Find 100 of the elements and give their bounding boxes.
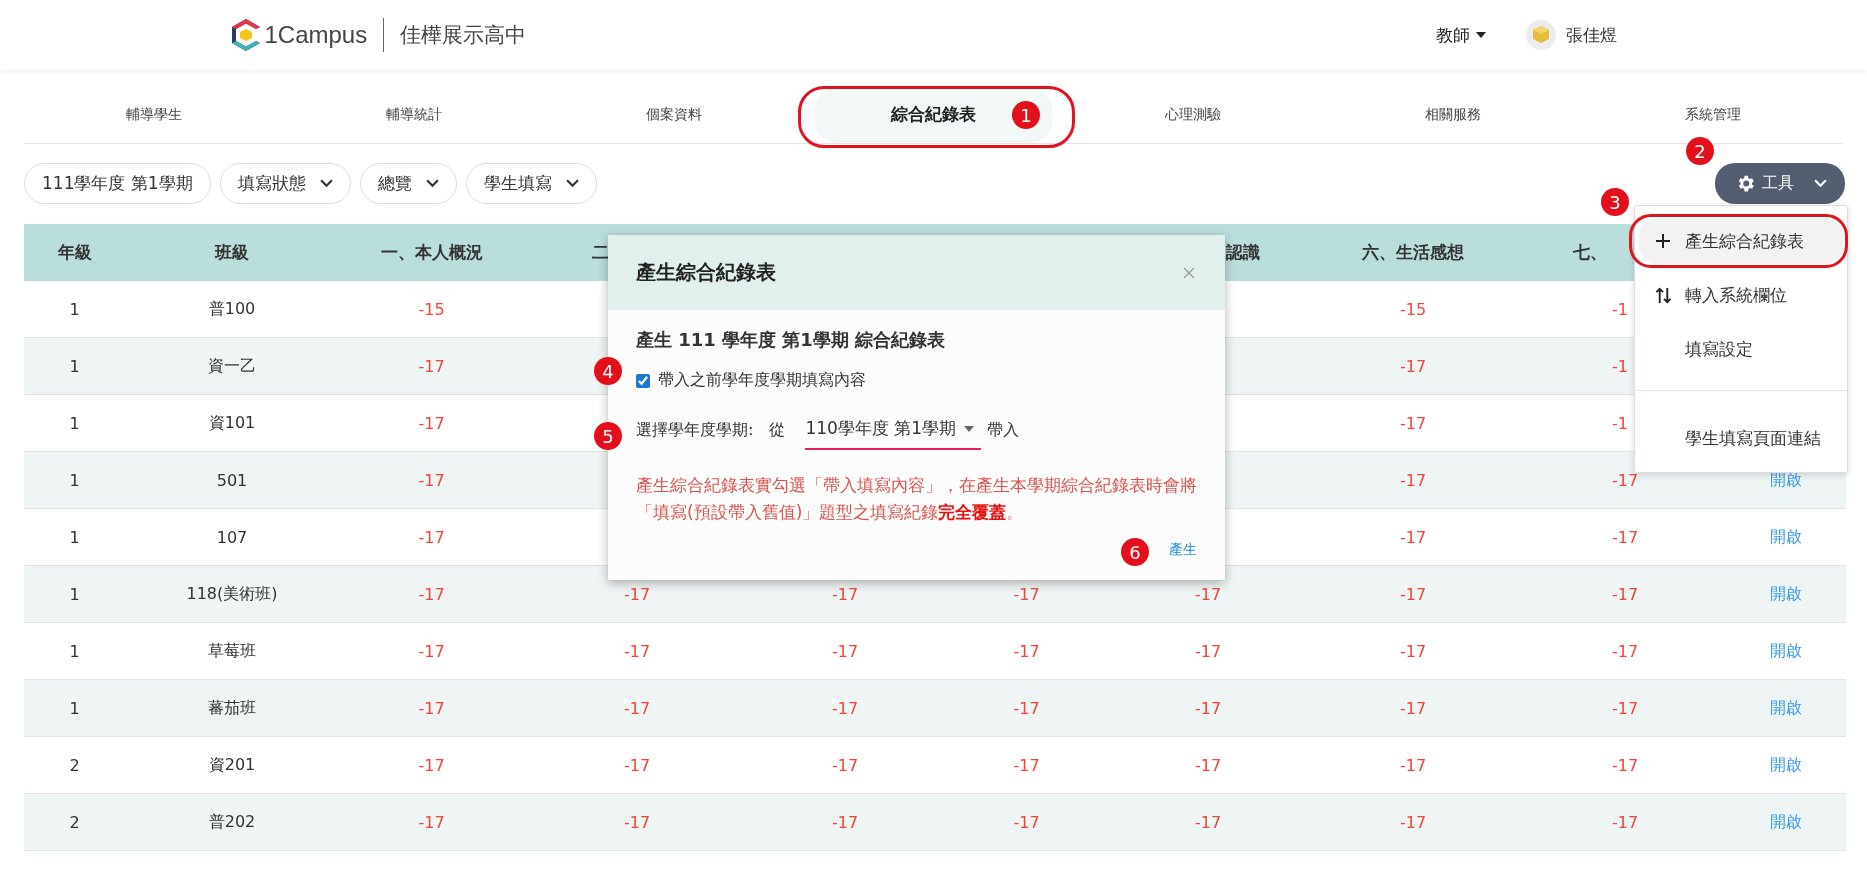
table-cell: 資101 xyxy=(208,412,256,434)
table-cell: 1 xyxy=(69,299,80,319)
field-label: 帶入 xyxy=(987,420,1020,441)
table-cell: 1 xyxy=(69,356,80,376)
table-cell: 普100 xyxy=(208,298,256,320)
field-label: 從 xyxy=(769,420,786,441)
score-cell: -17 xyxy=(623,584,651,604)
table-cell: 資201 xyxy=(208,754,256,776)
nav-tab[interactable]: 輔導統計 xyxy=(365,93,462,136)
column-header: 認識 xyxy=(1226,241,1260,264)
avatar-icon xyxy=(1525,20,1556,50)
score-cell: -17 xyxy=(1399,755,1427,775)
table-cell: 1 xyxy=(69,641,80,661)
filter-button[interactable]: 111學年度 第1學期 xyxy=(24,163,211,204)
role-menu[interactable]: 教師 xyxy=(1435,23,1486,47)
score-cell: -17 xyxy=(1194,698,1222,718)
table-cell: 501 xyxy=(216,470,248,490)
score-cell: -17 xyxy=(1399,698,1427,718)
chevron-icon xyxy=(425,179,439,188)
score-cell: -17 xyxy=(1399,584,1427,604)
menu-item[interactable]: 學生填寫頁面連結 xyxy=(1639,415,1843,461)
step-badge: 2 xyxy=(1686,137,1714,165)
column-header: 一、本人概況 xyxy=(380,241,483,264)
school-name: 佳樺展示高中 xyxy=(400,22,527,49)
nav-tab[interactable]: 個案資料 xyxy=(625,93,722,136)
nav-tab[interactable]: 系統管理 xyxy=(1665,93,1762,136)
score-cell: -17 xyxy=(1013,584,1040,604)
score-cell: -17 xyxy=(1399,812,1427,832)
logo-text: 1Campus xyxy=(264,21,368,49)
menu-item[interactable]: 轉入系統欄位 xyxy=(1639,272,1843,318)
score-cell: -17 xyxy=(831,698,859,718)
score-cell: -1 xyxy=(1612,413,1628,433)
table-cell: 草莓班 xyxy=(208,640,256,662)
score-cell: -17 xyxy=(1399,527,1427,547)
filter-button[interactable]: 填寫狀態 xyxy=(219,163,351,204)
chevron-icon xyxy=(1814,179,1827,188)
score-cell: -17 xyxy=(831,755,859,775)
score-cell: -17 xyxy=(831,641,859,661)
score-cell: -17 xyxy=(1194,755,1222,775)
checkbox[interactable] xyxy=(636,373,650,388)
table-cell: 118(美術班) xyxy=(186,583,278,605)
score-cell: -17 xyxy=(1194,812,1222,832)
table-cell: 1 xyxy=(69,584,80,604)
tools-button[interactable]: 工具 xyxy=(1715,163,1845,204)
plus-icon xyxy=(1655,233,1671,249)
table-cell: 資一乙 xyxy=(208,355,256,377)
score-cell: -17 xyxy=(418,755,445,775)
score-cell: -1 xyxy=(1612,299,1628,319)
score-cell: -17 xyxy=(623,755,651,775)
table-cell: 1 xyxy=(69,527,80,547)
score-cell: -17 xyxy=(1399,641,1427,661)
generate-button[interactable]: 產生 xyxy=(1169,537,1197,563)
column-header: 班級 xyxy=(215,241,249,264)
menu-item[interactable]: 產生綜合紀錄表 xyxy=(1639,218,1843,264)
nav-tab[interactable]: 心理測驗 xyxy=(1145,93,1242,136)
score-cell: -17 xyxy=(831,812,859,832)
semester-select[interactable]: 110學年度 第1學期 xyxy=(805,411,982,450)
column-header: 六、生活感想 xyxy=(1362,241,1464,264)
nav-tab[interactable]: 輔導學生 xyxy=(105,93,202,136)
score-cell: -17 xyxy=(1612,527,1639,547)
dialog-title: 產生綜合紀錄表 xyxy=(636,259,776,286)
user-name: 張佳煜 xyxy=(1565,23,1617,47)
score-cell: -17 xyxy=(1399,470,1427,490)
score-cell: -17 xyxy=(418,812,445,832)
score-cell: -17 xyxy=(418,641,445,661)
column-header: 七、 xyxy=(1573,241,1607,264)
score-cell: -17 xyxy=(1399,356,1427,376)
score-cell: -17 xyxy=(1013,641,1040,661)
menu-item[interactable]: 填寫設定 xyxy=(1639,326,1843,372)
score-cell: -17 xyxy=(1399,413,1427,433)
chevron-icon xyxy=(319,179,333,188)
score-cell: -17 xyxy=(623,698,651,718)
table-cell: 普202 xyxy=(208,811,256,833)
score-cell: -17 xyxy=(418,527,445,547)
field-label: 選擇學年度學期: xyxy=(636,420,754,441)
score-cell: -17 xyxy=(418,470,445,490)
score-cell: -1 xyxy=(1612,356,1628,376)
swap-arrows-icon xyxy=(1655,285,1672,305)
score-cell: -17 xyxy=(623,641,651,661)
score-cell: -17 xyxy=(623,812,651,832)
table-cell: 2 xyxy=(69,812,80,832)
score-cell: -17 xyxy=(1612,470,1639,490)
score-cell: -17 xyxy=(418,356,445,376)
score-cell: -17 xyxy=(1612,641,1639,661)
table-cell: 1 xyxy=(69,698,80,718)
column-header: 年級 xyxy=(57,241,92,264)
score-cell: -17 xyxy=(418,584,445,604)
score-cell: -17 xyxy=(1194,584,1222,604)
score-cell: -17 xyxy=(831,584,859,604)
score-cell: -17 xyxy=(1612,812,1639,832)
score-cell: -17 xyxy=(1013,812,1040,832)
score-cell: -15 xyxy=(1399,299,1427,319)
warning-text: 產生綜合紀錄表實勾選「帶入填寫內容」，在產生本學期綜合紀錄表時會將「填寫(預設帶入舊值)」題型之填寫紀錄完全覆蓋。 xyxy=(636,474,1198,524)
filter-button[interactable]: 學生填寫 xyxy=(465,163,597,204)
score-cell: -17 xyxy=(1612,584,1639,604)
step-badge: 3 xyxy=(1601,188,1629,216)
filter-button[interactable]: 總覽 xyxy=(359,163,457,204)
nav-tab[interactable]: 相關服務 xyxy=(1405,93,1502,136)
score-cell: -17 xyxy=(1013,698,1040,718)
table-cell: 蕃茄班 xyxy=(208,697,256,719)
